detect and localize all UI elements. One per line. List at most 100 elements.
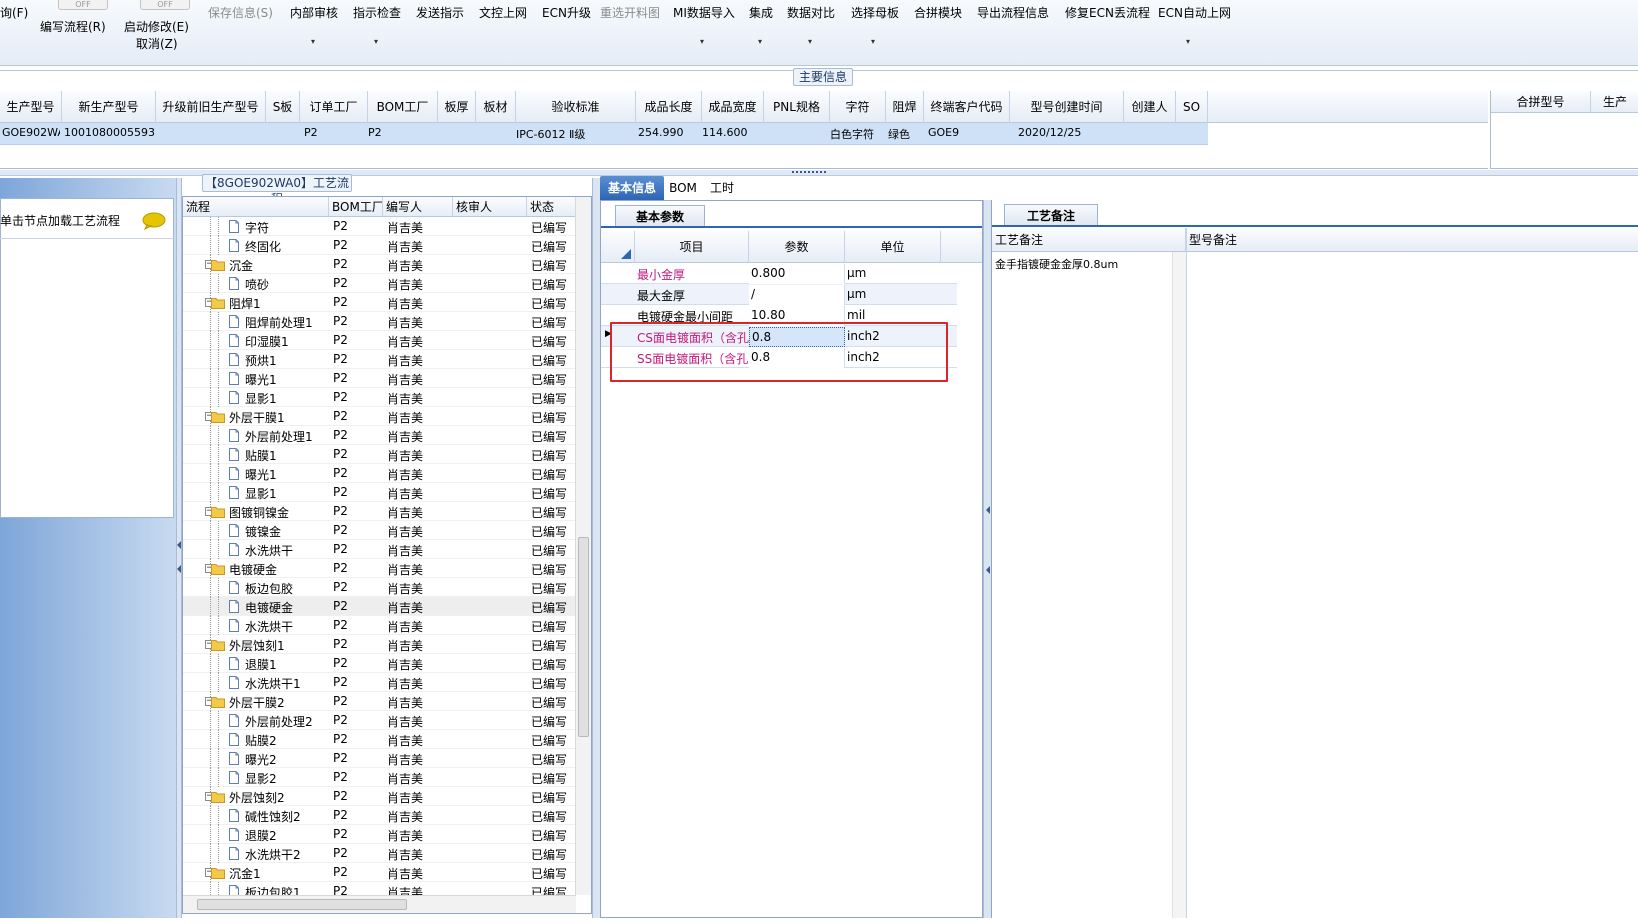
internal-review-button[interactable]: 内部审核: [290, 4, 338, 22]
tree-row[interactable]: 板边包胶 P2 肖吉美 已编写: [183, 578, 576, 597]
param-row[interactable]: 最大金厚 / μm: [601, 284, 957, 305]
tree-row[interactable]: 贴膜2 P2 肖吉美 已编写: [183, 730, 576, 749]
tree-row[interactable]: − 外层干膜2 P2 肖吉美 已编写: [183, 692, 576, 711]
column-header[interactable]: 终端客户代码: [924, 91, 1010, 123]
tab-bom[interactable]: BOM: [666, 176, 700, 200]
column-header[interactable]: 阻焊: [886, 91, 924, 123]
tree-row[interactable]: 贴膜1 P2 肖吉美 已编写: [183, 445, 576, 464]
combine-module-button[interactable]: 合拼模块: [914, 4, 962, 22]
toggle-switch-modify[interactable]: OFF: [140, 0, 190, 10]
column-header[interactable]: 参数: [749, 231, 845, 263]
column-header[interactable]: 成品宽度: [702, 91, 764, 123]
column-header[interactable]: SO: [1176, 91, 1208, 123]
tree-row[interactable]: 水洗烘干2 P2 肖吉美 已编写: [183, 844, 576, 863]
tab-work-hours[interactable]: 工时: [704, 176, 740, 200]
tree-row[interactable]: − 外层干膜1 P2 肖吉美 已编写: [183, 407, 576, 426]
tree-row[interactable]: 退膜2 P2 肖吉美 已编写: [183, 825, 576, 844]
tab-basic-info[interactable]: 基本信息: [600, 176, 664, 200]
process-remark-text[interactable]: 金手指镀硬金金厚0.8um: [995, 256, 1118, 272]
tree-row[interactable]: − 电镀硬金 P2 肖吉美 已编写: [183, 559, 576, 578]
tree-row[interactable]: 碱性蚀刻2 P2 肖吉美 已编写: [183, 806, 576, 825]
column-header[interactable]: 板厚: [438, 91, 476, 123]
tree-row[interactable]: 喷砂 P2 肖吉美 已编写: [183, 274, 576, 293]
tree-row[interactable]: 水洗烘干1 P2 肖吉美 已编写: [183, 673, 576, 692]
tree-row[interactable]: − 阻焊1 P2 肖吉美 已编写: [183, 293, 576, 312]
scrollbar-thumb[interactable]: [578, 537, 589, 737]
chevron-down-icon[interactable]: ▾: [808, 37, 812, 46]
tree-row[interactable]: 终固化 P2 肖吉美 已编写: [183, 236, 576, 255]
tree-row[interactable]: 曝光1 P2 肖吉美 已编写: [183, 369, 576, 388]
tree-row[interactable]: 字符 P2 肖吉美 已编写: [183, 217, 576, 236]
chevron-down-icon[interactable]: ▾: [374, 37, 378, 46]
export-process-info-button[interactable]: 导出流程信息: [977, 4, 1049, 22]
param-value-input[interactable]: /: [749, 285, 845, 305]
cancel-button[interactable]: 取消(Z): [136, 35, 178, 53]
fix-ecn-lost-process-button[interactable]: 修复ECN丢流程: [1065, 4, 1150, 22]
tree-row[interactable]: 水洗烘干 P2 肖吉美 已编写: [183, 540, 576, 559]
tree-row[interactable]: − 沉金 P2 肖吉美 已编写: [183, 255, 576, 274]
param-value-input[interactable]: 0.800: [749, 264, 845, 284]
vertical-scrollbar[interactable]: [1172, 252, 1186, 918]
column-header[interactable]: BOM工厂: [368, 91, 438, 123]
ecn-auto-online-button[interactable]: ECN自动上网: [1158, 4, 1231, 22]
tree-row[interactable]: − 图镀铜镍金 P2 肖吉美 已编写: [183, 502, 576, 521]
column-header[interactable]: BOM工厂: [329, 197, 383, 217]
save-info-button[interactable]: 保存信息(S): [208, 4, 273, 22]
column-header[interactable]: 状态: [527, 197, 576, 217]
query-button[interactable]: 询(F): [0, 4, 28, 22]
toggle-switch-write[interactable]: OFF: [58, 0, 108, 10]
mi-data-import-button[interactable]: MI数据导入: [673, 4, 735, 22]
select-mother-board-button[interactable]: 选择母板: [851, 4, 899, 22]
column-header[interactable]: 工艺备注: [992, 228, 1186, 252]
instruction-check-button[interactable]: 指示检查: [353, 4, 401, 22]
tree-row[interactable]: 退膜1 P2 肖吉美 已编写: [183, 654, 576, 673]
param-row[interactable]: 最小金厚 0.800 μm: [601, 263, 957, 284]
tree-row[interactable]: − 外层蚀刻2 P2 肖吉美 已编写: [183, 787, 576, 806]
tree-row[interactable]: 预烘1 P2 肖吉美 已编写: [183, 350, 576, 369]
tree-row[interactable]: 显影2 P2 肖吉美 已编写: [183, 768, 576, 787]
tree-row[interactable]: 曝光1 P2 肖吉美 已编写: [183, 464, 576, 483]
chevron-down-icon[interactable]: ▾: [700, 37, 704, 46]
column-header[interactable]: 成品长度: [636, 91, 702, 123]
write-process-button[interactable]: 编写流程(R): [40, 18, 106, 36]
column-header[interactable]: 单位: [845, 231, 941, 263]
tree-row[interactable]: 印湿膜1 P2 肖吉美 已编写: [183, 331, 576, 350]
vertical-scrollbar[interactable]: [575, 197, 591, 895]
column-header[interactable]: 核审人: [453, 197, 527, 217]
column-header[interactable]: 型号备注: [1186, 228, 1638, 252]
column-header[interactable]: 生产型号: [0, 91, 62, 123]
tree-row[interactable]: 显影1 P2 肖吉美 已编写: [183, 388, 576, 407]
splitter-grip-icon[interactable]: [790, 170, 830, 175]
tree-row[interactable]: 显影1 P2 肖吉美 已编写: [183, 483, 576, 502]
send-instruction-button[interactable]: 发送指示: [416, 4, 464, 22]
tree-row[interactable]: 水洗烘干 P2 肖吉美 已编写: [183, 616, 576, 635]
column-header[interactable]: 型号创建时间: [1010, 91, 1124, 123]
chevron-down-icon[interactable]: ▾: [311, 37, 315, 46]
column-header[interactable]: 验收标准: [516, 91, 636, 123]
tree-row[interactable]: 外层前处理2 P2 肖吉美 已编写: [183, 711, 576, 730]
tree-row[interactable]: 曝光2 P2 肖吉美 已编写: [183, 749, 576, 768]
integration-button[interactable]: 集成: [749, 4, 773, 22]
tree-row[interactable]: − 外层蚀刻1 P2 肖吉美 已编写: [183, 635, 576, 654]
tab-process-remarks[interactable]: 工艺备注: [1004, 204, 1098, 226]
column-header[interactable]: PNL规格: [764, 91, 830, 123]
chevron-down-icon[interactable]: ▾: [1186, 37, 1190, 46]
tree-row[interactable]: 外层前处理1 P2 肖吉美 已编写: [183, 426, 576, 445]
tab-basic-params[interactable]: 基本参数: [615, 205, 705, 227]
horizontal-scrollbar[interactable]: [183, 895, 576, 913]
column-header[interactable]: 编写人: [383, 197, 453, 217]
column-header[interactable]: 流程: [183, 197, 329, 217]
column-header[interactable]: 生产: [1591, 91, 1638, 113]
doc-control-online-button[interactable]: 文控上网: [479, 4, 527, 22]
column-header[interactable]: 订单工厂: [300, 91, 368, 123]
scrollbar-thumb[interactable]: [197, 899, 407, 910]
ecn-upgrade-button[interactable]: ECN升级: [542, 4, 591, 22]
column-header[interactable]: 项目: [635, 231, 749, 263]
vertical-splitter[interactable]: [592, 178, 600, 918]
column-header[interactable]: 字符: [830, 91, 886, 123]
data-compare-button[interactable]: 数据对比: [787, 4, 835, 22]
column-header[interactable]: 板材: [476, 91, 516, 123]
column-header[interactable]: 升级前旧生产型号: [156, 91, 266, 123]
tree-row[interactable]: 电镀硬金 P2 肖吉美 已编写: [183, 597, 576, 616]
column-header[interactable]: S板: [266, 91, 300, 123]
